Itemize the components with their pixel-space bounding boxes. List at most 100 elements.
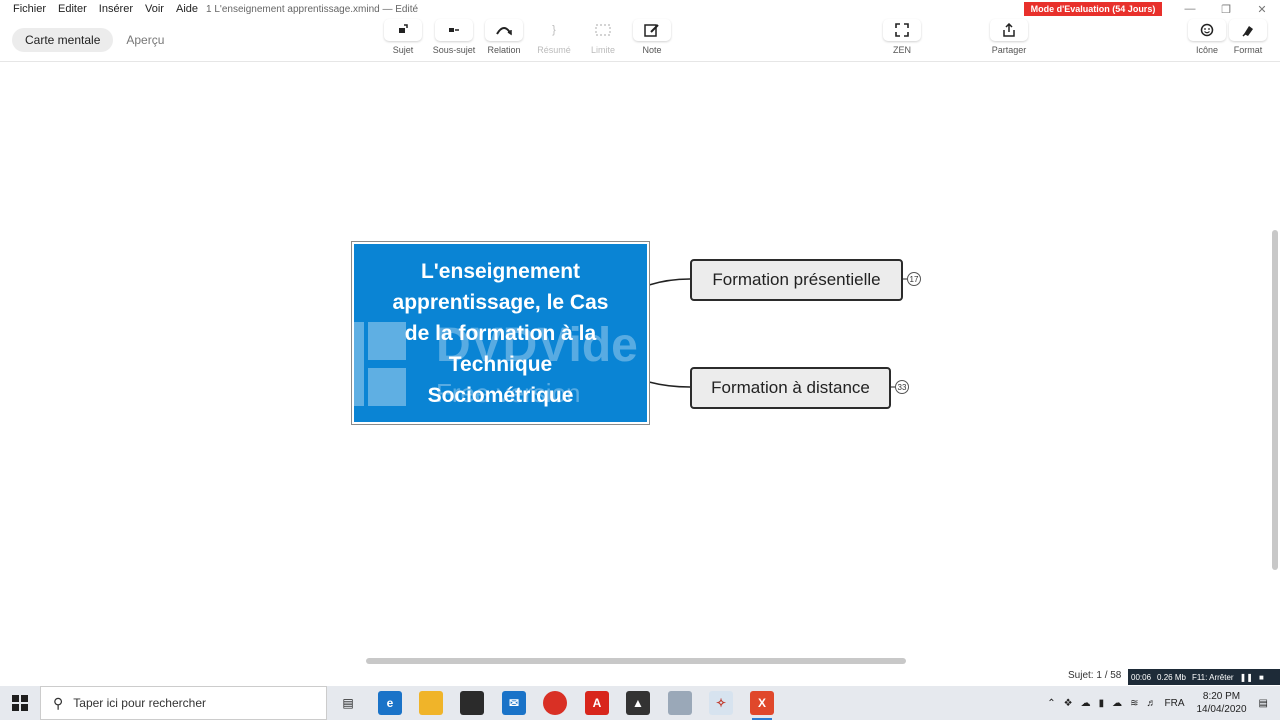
photos-icon[interactable]: ▲ xyxy=(626,691,650,715)
windows-icon xyxy=(12,695,28,711)
limite-label: Limite xyxy=(590,45,615,55)
central-line: apprentissage, le Cas xyxy=(392,290,609,314)
horizontal-scrollbar[interactable] xyxy=(0,656,1270,666)
taskbar-search-input[interactable]: ⚲ Taper ici pour rechercher xyxy=(40,686,327,720)
central-topic-text: L'enseignement apprentissage, le Cas de … xyxy=(377,256,625,411)
scrollbar-thumb[interactable] xyxy=(366,658,906,664)
taskbar: ⚲ Taper ici pour rechercher ▤ e ✉ A ▲ ✧ … xyxy=(0,686,1280,720)
chevron-up-icon[interactable]: ⌃ xyxy=(1043,698,1059,709)
scrollbar-thumb[interactable] xyxy=(1272,230,1278,570)
central-topic[interactable]: DVDVide Free version L'enseignement appr… xyxy=(351,241,650,425)
document-title: 1 L'enseignement apprentissage.xmind — E… xyxy=(206,3,419,15)
vertical-scrollbar[interactable] xyxy=(1270,62,1280,666)
boundary-icon[interactable] xyxy=(584,19,622,41)
onedrive-icon[interactable]: ☁ xyxy=(1077,698,1095,709)
clock-time: 8:20 PM xyxy=(1202,691,1241,702)
format-tool[interactable]: Format xyxy=(1222,19,1274,55)
sujet-tool[interactable]: Sujet xyxy=(377,19,429,55)
central-line: L'enseignement xyxy=(420,259,581,283)
clock-date: 14/04/2020 xyxy=(1196,704,1247,715)
relation-icon[interactable] xyxy=(485,19,523,41)
central-line: Technique xyxy=(448,352,553,376)
toolbar: Carte mentale Aperçu Sujet Sous-sujet Re… xyxy=(0,18,1280,62)
xmind-icon[interactable]: X xyxy=(750,691,774,720)
mail-icon[interactable]: ✉ xyxy=(502,691,526,715)
minimize-button[interactable]: — xyxy=(1172,0,1208,18)
dropbox-icon[interactable]: ❖ xyxy=(1060,698,1077,709)
relation-tool[interactable]: Relation xyxy=(478,19,530,55)
stop-icon[interactable]: ■ xyxy=(1256,673,1267,682)
central-line: de la formation à la xyxy=(404,321,597,345)
start-button[interactable] xyxy=(0,686,40,720)
note-label: Note xyxy=(642,45,662,55)
connector-presentielle xyxy=(648,278,691,286)
language-indicator[interactable]: FRA xyxy=(1160,698,1188,709)
snipping-tool-icon[interactable]: ✧ xyxy=(709,691,733,715)
collapsed-count-badge[interactable]: 33 xyxy=(895,380,909,394)
task-view-icon[interactable]: ▤ xyxy=(336,691,360,715)
resume-tool[interactable]: } Résumé xyxy=(528,19,580,55)
menu-inserer[interactable]: Insérer xyxy=(93,3,139,15)
close-button[interactable]: ✕ xyxy=(1244,0,1280,18)
notifications-icon[interactable]: ▤ xyxy=(1255,698,1280,709)
relation-label: Relation xyxy=(487,45,521,55)
sujet-label: Sujet xyxy=(392,45,414,55)
tab-carte-mentale[interactable]: Carte mentale xyxy=(12,28,114,52)
central-line: Sociométrique xyxy=(427,383,574,407)
search-icon: ⚲ xyxy=(53,694,64,711)
summary-icon[interactable]: } xyxy=(535,19,573,41)
partager-label: Partager xyxy=(991,45,1027,55)
note-tool[interactable]: Note xyxy=(626,19,678,55)
clock[interactable]: 8:20 PM 14/04/2020 xyxy=(1188,690,1254,716)
evaluation-badge[interactable]: Mode d'Evaluation (54 Jours) xyxy=(1024,2,1162,16)
topic-icon[interactable] xyxy=(384,19,422,41)
connector-distance xyxy=(648,381,691,388)
screen-recorder-overlay[interactable]: 00:06 0.26 Mb F11: Arrêter ❚❚ ■ xyxy=(1128,669,1280,685)
store-icon[interactable] xyxy=(460,691,484,715)
microphone-icon[interactable]: ▮ xyxy=(1095,698,1109,709)
minimize-icon: — xyxy=(1184,3,1196,15)
close-icon: ✕ xyxy=(1257,3,1267,16)
recording-time: 00:06 xyxy=(1131,672,1152,682)
recording-size: 0.26 Mb xyxy=(1157,672,1186,682)
menu-aide[interactable]: Aide xyxy=(170,3,204,15)
pause-icon[interactable]: ❚❚ xyxy=(1237,673,1256,682)
tab-apercu[interactable]: Aperçu xyxy=(113,28,177,52)
format-brush-icon[interactable] xyxy=(1229,19,1267,41)
volume-icon[interactable]: ♬ xyxy=(1142,698,1160,709)
maximize-button[interactable]: ❐ xyxy=(1208,0,1244,18)
chrome-icon[interactable] xyxy=(543,691,567,715)
recording-stop-hint: F11: Arrêter xyxy=(1191,672,1234,682)
subtopic-formation-presentielle[interactable]: Formation présentielle xyxy=(690,259,903,301)
paint-icon[interactable] xyxy=(668,691,692,715)
menu-editer[interactable]: Editer xyxy=(52,3,93,15)
menu-fichier[interactable]: Fichier xyxy=(0,3,52,15)
menu-voir[interactable]: Voir xyxy=(139,3,170,15)
sous-sujet-label: Sous-sujet xyxy=(432,45,476,55)
view-switch: Carte mentale Aperçu xyxy=(12,28,177,52)
edge-icon[interactable]: e xyxy=(378,691,402,715)
topic-counter: Sujet: 1 / 58 xyxy=(1068,670,1122,681)
status-bar: Sujet: 1 / 58 00:06 0.26 Mb F11: Arrêter… xyxy=(0,666,1280,686)
note-icon[interactable] xyxy=(633,19,671,41)
system-tray: ⌃ ❖ ☁ ▮ ☁ ≋ ♬ FRA 8:20 PM 14/04/2020 ▤ xyxy=(1043,686,1280,720)
partager-tool[interactable]: Partager xyxy=(983,19,1035,55)
limite-tool[interactable]: Limite xyxy=(577,19,629,55)
file-explorer-icon[interactable] xyxy=(419,691,443,715)
acrobat-icon[interactable]: A xyxy=(585,691,609,715)
share-icon[interactable] xyxy=(990,19,1028,41)
collapsed-count-badge[interactable]: 17 xyxy=(907,272,921,286)
format-label: Format xyxy=(1233,45,1263,55)
restore-icon: ❐ xyxy=(1221,3,1231,16)
subtopic-icon[interactable] xyxy=(435,19,473,41)
wifi-icon[interactable]: ≋ xyxy=(1126,698,1142,709)
mind-map-canvas[interactable]: DVDVide Free version L'enseignement appr… xyxy=(0,62,1270,666)
sous-sujet-tool[interactable]: Sous-sujet xyxy=(428,19,480,55)
icone-label: Icône xyxy=(1195,45,1219,55)
subtopic-formation-distance[interactable]: Formation à distance xyxy=(690,367,891,409)
smiley-icon[interactable] xyxy=(1188,19,1226,41)
resume-label: Résumé xyxy=(537,45,571,55)
zen-tool[interactable]: ZEN xyxy=(876,19,928,55)
cloud-icon[interactable]: ☁ xyxy=(1108,698,1126,709)
zen-icon[interactable] xyxy=(883,19,921,41)
